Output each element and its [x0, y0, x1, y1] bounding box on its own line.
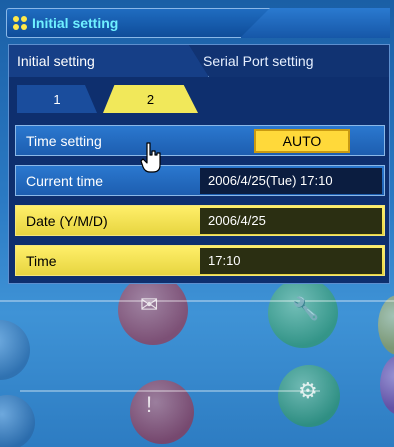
grid-dots-icon: [13, 16, 27, 30]
decor-line: [20, 390, 320, 392]
date-label: Date (Y/M/D): [26, 212, 108, 229]
title-bar-decoration: [240, 8, 390, 38]
decor-orb-left-2: [0, 395, 35, 447]
date-row[interactable]: Date (Y/M/D) 2006/4/25: [15, 205, 385, 236]
title-bar: Initial setting: [6, 8, 390, 38]
subtab-1[interactable]: 1: [17, 85, 97, 113]
subtab-bar: 1 2: [17, 83, 257, 115]
time-setting-row: Time setting AUTO: [15, 125, 385, 156]
window-title: Initial setting: [32, 15, 119, 31]
time-label: Time: [26, 252, 57, 269]
settings-rows: Time setting AUTO Current time 2006/4/25…: [15, 125, 385, 285]
decor-orb-left: [0, 320, 30, 380]
date-field[interactable]: 2006/4/25: [200, 207, 382, 234]
tab-bar: Initial setting Serial Port setting: [9, 45, 389, 77]
subtab-2[interactable]: 2: [103, 85, 198, 113]
tab-serial-port-setting[interactable]: Serial Port setting: [189, 45, 389, 77]
current-time-value: 2006/4/25(Tue) 17:10: [200, 167, 382, 194]
camera-icon: ⚙: [298, 378, 318, 403]
bell-icon: !: [146, 392, 153, 417]
time-row[interactable]: Time 17:10: [15, 245, 385, 276]
tab-initial-setting[interactable]: Initial setting: [9, 45, 209, 77]
auto-button[interactable]: AUTO: [254, 128, 350, 153]
settings-panel: Initial setting Serial Port setting 1 2 …: [8, 44, 390, 284]
current-time-row: Current time 2006/4/25(Tue) 17:10: [15, 165, 385, 196]
wrench-icon: 🔧: [292, 296, 320, 321]
current-time-label: Current time: [26, 172, 104, 189]
hand-cursor-icon: [140, 142, 161, 173]
time-setting-label: Time setting: [26, 132, 102, 149]
decor-orb-purple: [380, 355, 394, 415]
decor-orb-yellow: [378, 295, 394, 355]
time-field[interactable]: 17:10: [200, 247, 382, 274]
decor-line: [0, 300, 394, 302]
envelope-icon: ✉: [140, 292, 159, 317]
